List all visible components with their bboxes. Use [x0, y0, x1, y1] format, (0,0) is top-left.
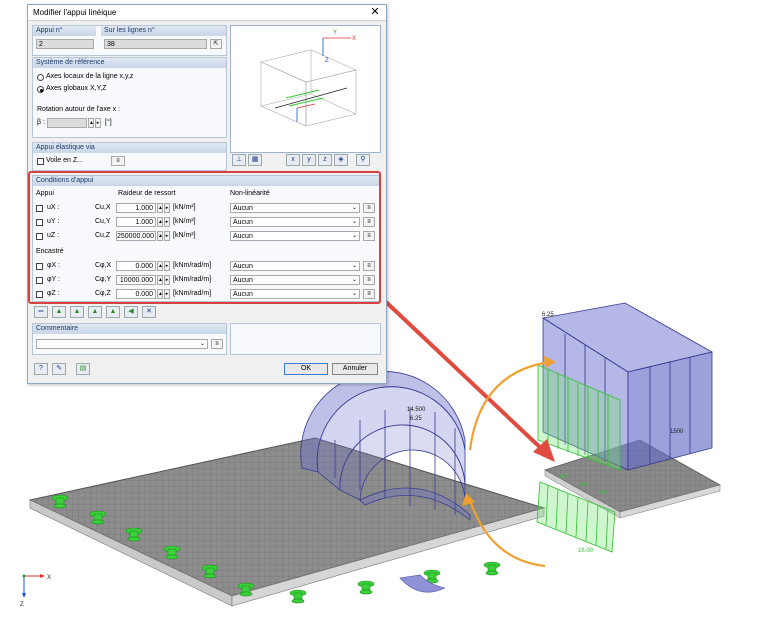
label-right-top: 6.25 — [542, 312, 554, 318]
view-z-icon: z — [323, 156, 327, 163]
sliding-support-icon: ▲ — [109, 308, 117, 315]
view-x-button[interactable]: x — [286, 154, 300, 166]
edit-details-button[interactable]: ✎ — [52, 363, 66, 375]
ok-button[interactable]: OK — [284, 363, 328, 375]
preview-z-label: Z — [325, 58, 329, 64]
view-x-icon: x — [291, 156, 295, 163]
support-sliding-button[interactable]: ▲ — [106, 306, 120, 318]
view-axes-button[interactable]: ⊥ — [232, 154, 246, 166]
comment-edit-button[interactable]: ≡ — [211, 339, 223, 349]
wall-label: Voile en Z... — [46, 157, 83, 164]
radio-local-axes-label: Axes locaux de la ligne x,y,z — [46, 73, 134, 80]
fixed-support-icon: ▲ — [91, 308, 99, 315]
pencil-icon: ✎ — [56, 365, 62, 372]
help-icon: ? — [39, 365, 43, 372]
wall-edit-button[interactable]: ≡ — [111, 156, 125, 166]
render-icon: ▦ — [251, 156, 259, 163]
label-right-mid: 1500 — [670, 429, 684, 435]
support-hinged-button[interactable]: ▲ — [52, 306, 66, 318]
support-no-label: Appui n° — [33, 26, 96, 36]
preview-toolbar: ⊥ ▦ x y z ◈ ⚲ — [230, 153, 380, 167]
library-button[interactable]: ▤ — [76, 363, 90, 375]
beta-spinner[interactable]: ▲ — [88, 118, 94, 128]
zoom-button[interactable]: ⚲ — [356, 154, 370, 166]
support-rotation-button[interactable]: ✕ — [142, 306, 156, 318]
comment-input[interactable]: ⌄ — [36, 339, 208, 349]
hinged-support-icon: ▲ — [55, 308, 63, 315]
elastic-support-group: Appui élastique via Voile en Z... ≡ — [32, 142, 227, 171]
support-type-toolbar: ═ ▲ ▲ ▲ ▲ ◀ ✕ — [34, 306, 194, 320]
radio-global-axes-label: Axes globaux X,Y,Z — [46, 85, 107, 92]
axes-icon: ⊥ — [235, 156, 243, 163]
dialog-footer: ? ✎ ▤ OK Annuler — [34, 363, 380, 377]
large-slab — [28, 437, 546, 607]
edit-icon: ≡ — [215, 341, 219, 347]
axis-x-label: X — [47, 575, 51, 581]
pick-cursor-icon: ⇱ — [213, 41, 219, 47]
comment-spacer — [230, 323, 381, 355]
zoom-icon: ⚲ — [360, 156, 366, 163]
roller-support-icon: ▲ — [73, 308, 81, 315]
label-left: 14.500 — [407, 407, 426, 413]
highlight-box — [28, 171, 381, 304]
support-side-button[interactable]: ◀ — [124, 306, 138, 318]
wall-checkbox[interactable] — [37, 158, 44, 165]
beta-field[interactable] — [47, 118, 87, 128]
under-load — [399, 574, 446, 593]
iso-icon: ◈ — [338, 156, 344, 163]
support-free-button[interactable]: ═ — [34, 306, 48, 318]
pick-lines-button[interactable]: ⇱ — [210, 39, 222, 49]
cancel-button[interactable]: Annuler — [332, 363, 378, 375]
view-iso-button[interactable]: ◈ — [334, 154, 348, 166]
radio-global-axes[interactable] — [37, 86, 44, 93]
edit-icon: ≡ — [116, 158, 120, 164]
dialog-title: Modifier l'appui linéique — [33, 8, 117, 17]
preview-x-label: X — [352, 36, 356, 42]
free-support-icon: ═ — [38, 308, 44, 315]
support-fixed-button[interactable]: ▲ — [88, 306, 102, 318]
radio-local-axes[interactable] — [37, 74, 44, 81]
chevron-down-icon: ⌄ — [199, 341, 205, 347]
label-bottom: 16.00 — [578, 548, 594, 554]
preview-y-label: Y — [333, 30, 337, 36]
close-button[interactable]: ✕ — [368, 6, 382, 18]
view-render-button[interactable]: ▦ — [248, 154, 262, 166]
support-roller-button[interactable]: ▲ — [70, 306, 84, 318]
axis-z-label: Z — [20, 602, 24, 608]
elastic-support-title: Appui élastique via — [33, 143, 226, 153]
rotation-support-icon: ✕ — [146, 308, 152, 315]
modify-line-support-dialog: Modifier l'appui linéique ✕ Appui n° Sur… — [27, 4, 387, 384]
beta-unit: [°] — [105, 119, 112, 126]
help-button[interactable]: ? — [34, 363, 48, 375]
lines-field[interactable]: 38 — [104, 39, 207, 49]
beta-menu[interactable]: ▸ — [95, 118, 101, 128]
library-icon: ▤ — [79, 365, 87, 372]
rotation-label: Rotation autour de l'axe x : — [37, 106, 121, 113]
lines-label: Sur les lignes n° — [101, 26, 226, 36]
reference-system-title: Système de référence — [33, 58, 226, 68]
preview-panel[interactable]: X Y Z — [230, 25, 381, 153]
comment-group: Commentaire ⌄ ≡ — [32, 323, 227, 355]
support-no-field[interactable]: 2 — [36, 39, 94, 49]
view-y-button[interactable]: y — [302, 154, 316, 166]
preview-graphic: X Y Z — [260, 30, 357, 127]
view-y-icon: y — [307, 156, 311, 163]
beta-label: β : — [37, 119, 45, 126]
reference-system-group: Système de référence Axes locaux de la l… — [32, 57, 227, 138]
side-support-icon: ◀ — [128, 308, 134, 315]
support-id-group: Appui n° Sur les lignes n° 2 38 ⇱ — [32, 25, 227, 56]
comment-title: Commentaire — [33, 324, 226, 334]
view-z-button[interactable]: z — [318, 154, 332, 166]
label-left2: 6.25 — [410, 416, 422, 422]
global-axes — [22, 574, 45, 598]
dialog-titlebar[interactable]: Modifier l'appui linéique ✕ — [28, 5, 386, 21]
